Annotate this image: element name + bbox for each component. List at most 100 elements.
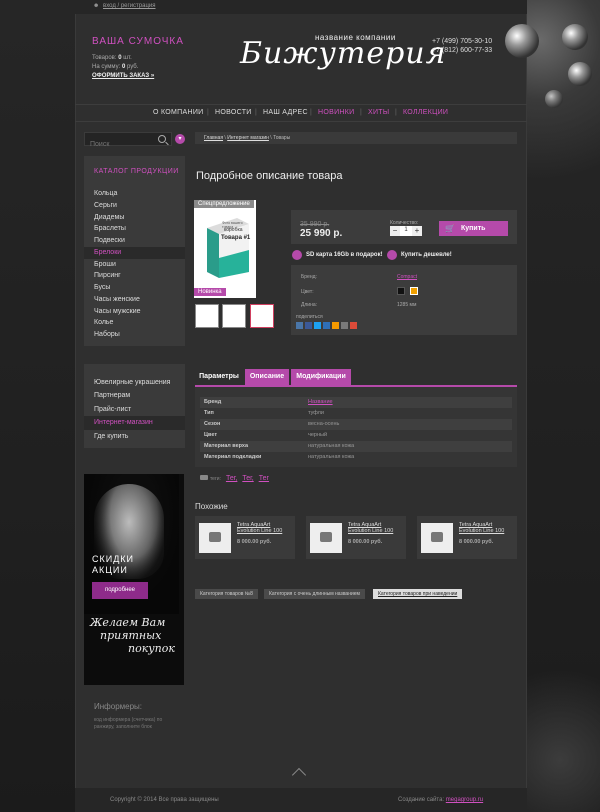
diamond-decoration xyxy=(505,24,539,58)
catalog-item[interactable]: Бусы xyxy=(84,282,185,294)
box-label-1: коробка xyxy=(224,227,243,233)
tag-link[interactable]: Тег xyxy=(259,475,269,482)
nav-separator: | xyxy=(310,109,313,116)
similar-product-card[interactable]: Tetra AquaArt Evolution Line 100 8 000.0… xyxy=(195,516,295,559)
livejournal-icon[interactable] xyxy=(341,322,348,329)
parameter-name: Материал верха xyxy=(204,443,249,449)
mail-icon[interactable] xyxy=(323,322,330,329)
catalog-item[interactable]: Пирсинг xyxy=(84,270,185,282)
catalog-item[interactable]: Часы женские xyxy=(84,294,185,306)
info-menu-item[interactable]: Интернет-магазин xyxy=(84,416,185,430)
catalog-item[interactable]: Часы мужские xyxy=(84,306,185,318)
gift-offer[interactable]: SD карта 16Gb в подарок! xyxy=(292,250,383,260)
odnoklassniki-icon[interactable] xyxy=(332,322,339,329)
camera-icon xyxy=(421,523,453,553)
similar-product-card[interactable]: Tetra AquaArt Evolution Line 100 8 000.0… xyxy=(306,516,406,559)
user-icon: ☻ xyxy=(93,3,100,9)
cart-summary: Товаров: 0 шт. На сумму: 0 руб. ОФОРМИТЬ… xyxy=(92,54,154,81)
info-menu-item[interactable]: Ювелирные украшения xyxy=(84,376,185,389)
nav-item-about[interactable]: О КОМПАНИИ xyxy=(153,109,203,116)
parameter-value[interactable]: Название xyxy=(308,399,333,405)
product-thumbnail[interactable] xyxy=(195,304,219,328)
promo-hand-line-2: приятных xyxy=(100,629,162,642)
attr-brand-value[interactable]: Compact xyxy=(397,274,417,280)
nav-item-collections[interactable]: КОЛЛЕКЦИИ xyxy=(403,109,448,116)
similar-product-name[interactable]: Tetra AquaArt Evolution Line 100 xyxy=(237,522,293,534)
category-tag-hover[interactable]: Категория товаров при наведении xyxy=(373,589,463,599)
product-thumbnail[interactable] xyxy=(222,304,246,328)
catalog-item[interactable]: Браслеты xyxy=(84,223,185,235)
vk-icon[interactable] xyxy=(296,322,303,329)
site-logo[interactable]: Бижутерия xyxy=(240,36,446,71)
nav-separator: | xyxy=(395,109,398,116)
top-bar: ☻ вход / регистрация xyxy=(75,0,527,14)
category-tag[interactable]: Категория товаров №8 xyxy=(195,589,258,599)
promo-banner[interactable]: СКИДКИ АКЦИИ подробнее Желаем Вам приятны… xyxy=(84,474,184,685)
category-tag[interactable]: Категория с очень длинным названием xyxy=(264,589,365,599)
checkout-link[interactable]: ОФОРМИТЬ ЗАКАЗ » xyxy=(92,72,154,81)
developer-link[interactable]: megagroup.ru xyxy=(446,797,483,803)
similar-title: Похожие xyxy=(195,502,228,511)
gift-offer-text: SD карта 16Gb в подарок! xyxy=(306,252,383,258)
catalog-item[interactable]: Кольца xyxy=(84,188,185,200)
login-link[interactable]: вход / регистрация xyxy=(103,3,156,9)
phones: +7 (499) 705-30-10 +7 (812) 600-77-33 xyxy=(432,37,492,55)
catalog-item[interactable]: Подвески xyxy=(84,235,185,247)
nav-item-address[interactable]: НАШ АДРЕС xyxy=(263,109,308,116)
promo-more-button[interactable]: подробнее xyxy=(92,582,148,599)
promo-hand-line-3: покупок xyxy=(128,642,175,655)
buy-cheaper-link[interactable]: Купить дешевле! xyxy=(387,250,452,260)
buy-button[interactable]: Купить xyxy=(439,221,508,236)
google-plus-icon[interactable] xyxy=(350,322,357,329)
color-swatch-black[interactable] xyxy=(397,287,405,295)
color-swatch-orange[interactable] xyxy=(410,287,418,295)
promo-heading: СКИДКИ АКЦИИ xyxy=(92,554,134,576)
twitter-icon[interactable] xyxy=(314,322,321,329)
quantity-decrease-button[interactable]: − xyxy=(390,226,400,236)
tab-modifications[interactable]: Модификации xyxy=(291,369,351,385)
product-thumbnail-active[interactable] xyxy=(250,304,274,328)
informers-text: код информера (счетчика) по ранжиру, зап… xyxy=(94,717,163,730)
facebook-icon[interactable] xyxy=(305,322,312,329)
catalog-item[interactable]: Диадемы xyxy=(84,212,185,224)
parameter-row: Сезон весна-осень xyxy=(200,419,512,430)
promo-handwritten: Желаем Вам приятных покупок xyxy=(90,616,180,655)
similar-product-name[interactable]: Tetra AquaArt Evolution Line 100 xyxy=(348,522,404,534)
info-menu-item[interactable]: Прайс-лист xyxy=(84,403,185,416)
catalog-list: Кольца Серьги Диадемы Браслеты Подвески Брело… xyxy=(84,188,185,341)
tag-link[interactable]: Тег, xyxy=(226,475,237,482)
search-icon[interactable] xyxy=(158,135,166,143)
similar-product-name[interactable]: Tetra AquaArt Evolution Line 100 xyxy=(459,522,515,534)
catalog-item[interactable]: Колье xyxy=(84,317,185,329)
nav-separator: | xyxy=(207,109,210,116)
info-menu-item[interactable]: Где купить xyxy=(84,430,185,443)
nav-item-hits[interactable]: ХИТЫ xyxy=(368,109,389,116)
nav-item-new[interactable]: НОВИНКИ xyxy=(318,109,354,116)
gift-icon xyxy=(292,250,302,260)
old-price: 35 990 р. xyxy=(300,221,330,228)
parameter-row: Материал подкладки натуральная кожа xyxy=(200,452,512,463)
catalog-item[interactable]: Серьги xyxy=(84,200,185,212)
parameter-row: Материал верха натуральная кожа xyxy=(200,441,512,452)
tab-description[interactable]: Описание xyxy=(245,369,289,385)
parameter-value: натуральная кожа xyxy=(308,454,355,460)
similar-product-card[interactable]: Tetra AquaArt Evolution Line 100 8 000.0… xyxy=(417,516,517,559)
tab-parameters[interactable]: Параметры xyxy=(195,369,243,385)
quantity-input[interactable]: 1 xyxy=(400,226,412,236)
breadcrumb-shop[interactable]: Интернет магазин xyxy=(227,135,269,141)
info-menu-item[interactable]: Партнерам xyxy=(84,389,185,402)
search-options-button[interactable]: ▾ xyxy=(175,134,185,144)
quantity-increase-button[interactable]: + xyxy=(412,226,422,236)
promo-hand-line-1: Желаем Вам xyxy=(90,616,166,629)
nav-item-news[interactable]: НОВОСТИ xyxy=(215,109,252,116)
catalog-item[interactable]: Брелоки xyxy=(84,246,185,259)
diamond-decoration xyxy=(568,62,592,86)
breadcrumb-home[interactable]: Главная xyxy=(204,135,223,141)
parameter-name: Материал подкладки xyxy=(204,454,262,460)
catalog-item[interactable]: Наборы xyxy=(84,329,185,341)
nav-separator: | xyxy=(360,109,363,116)
tag-link[interactable]: Тег, xyxy=(242,475,253,482)
search-input[interactable] xyxy=(85,138,153,151)
catalog-item[interactable]: Броши xyxy=(84,259,185,271)
diamond-decoration xyxy=(562,24,588,50)
